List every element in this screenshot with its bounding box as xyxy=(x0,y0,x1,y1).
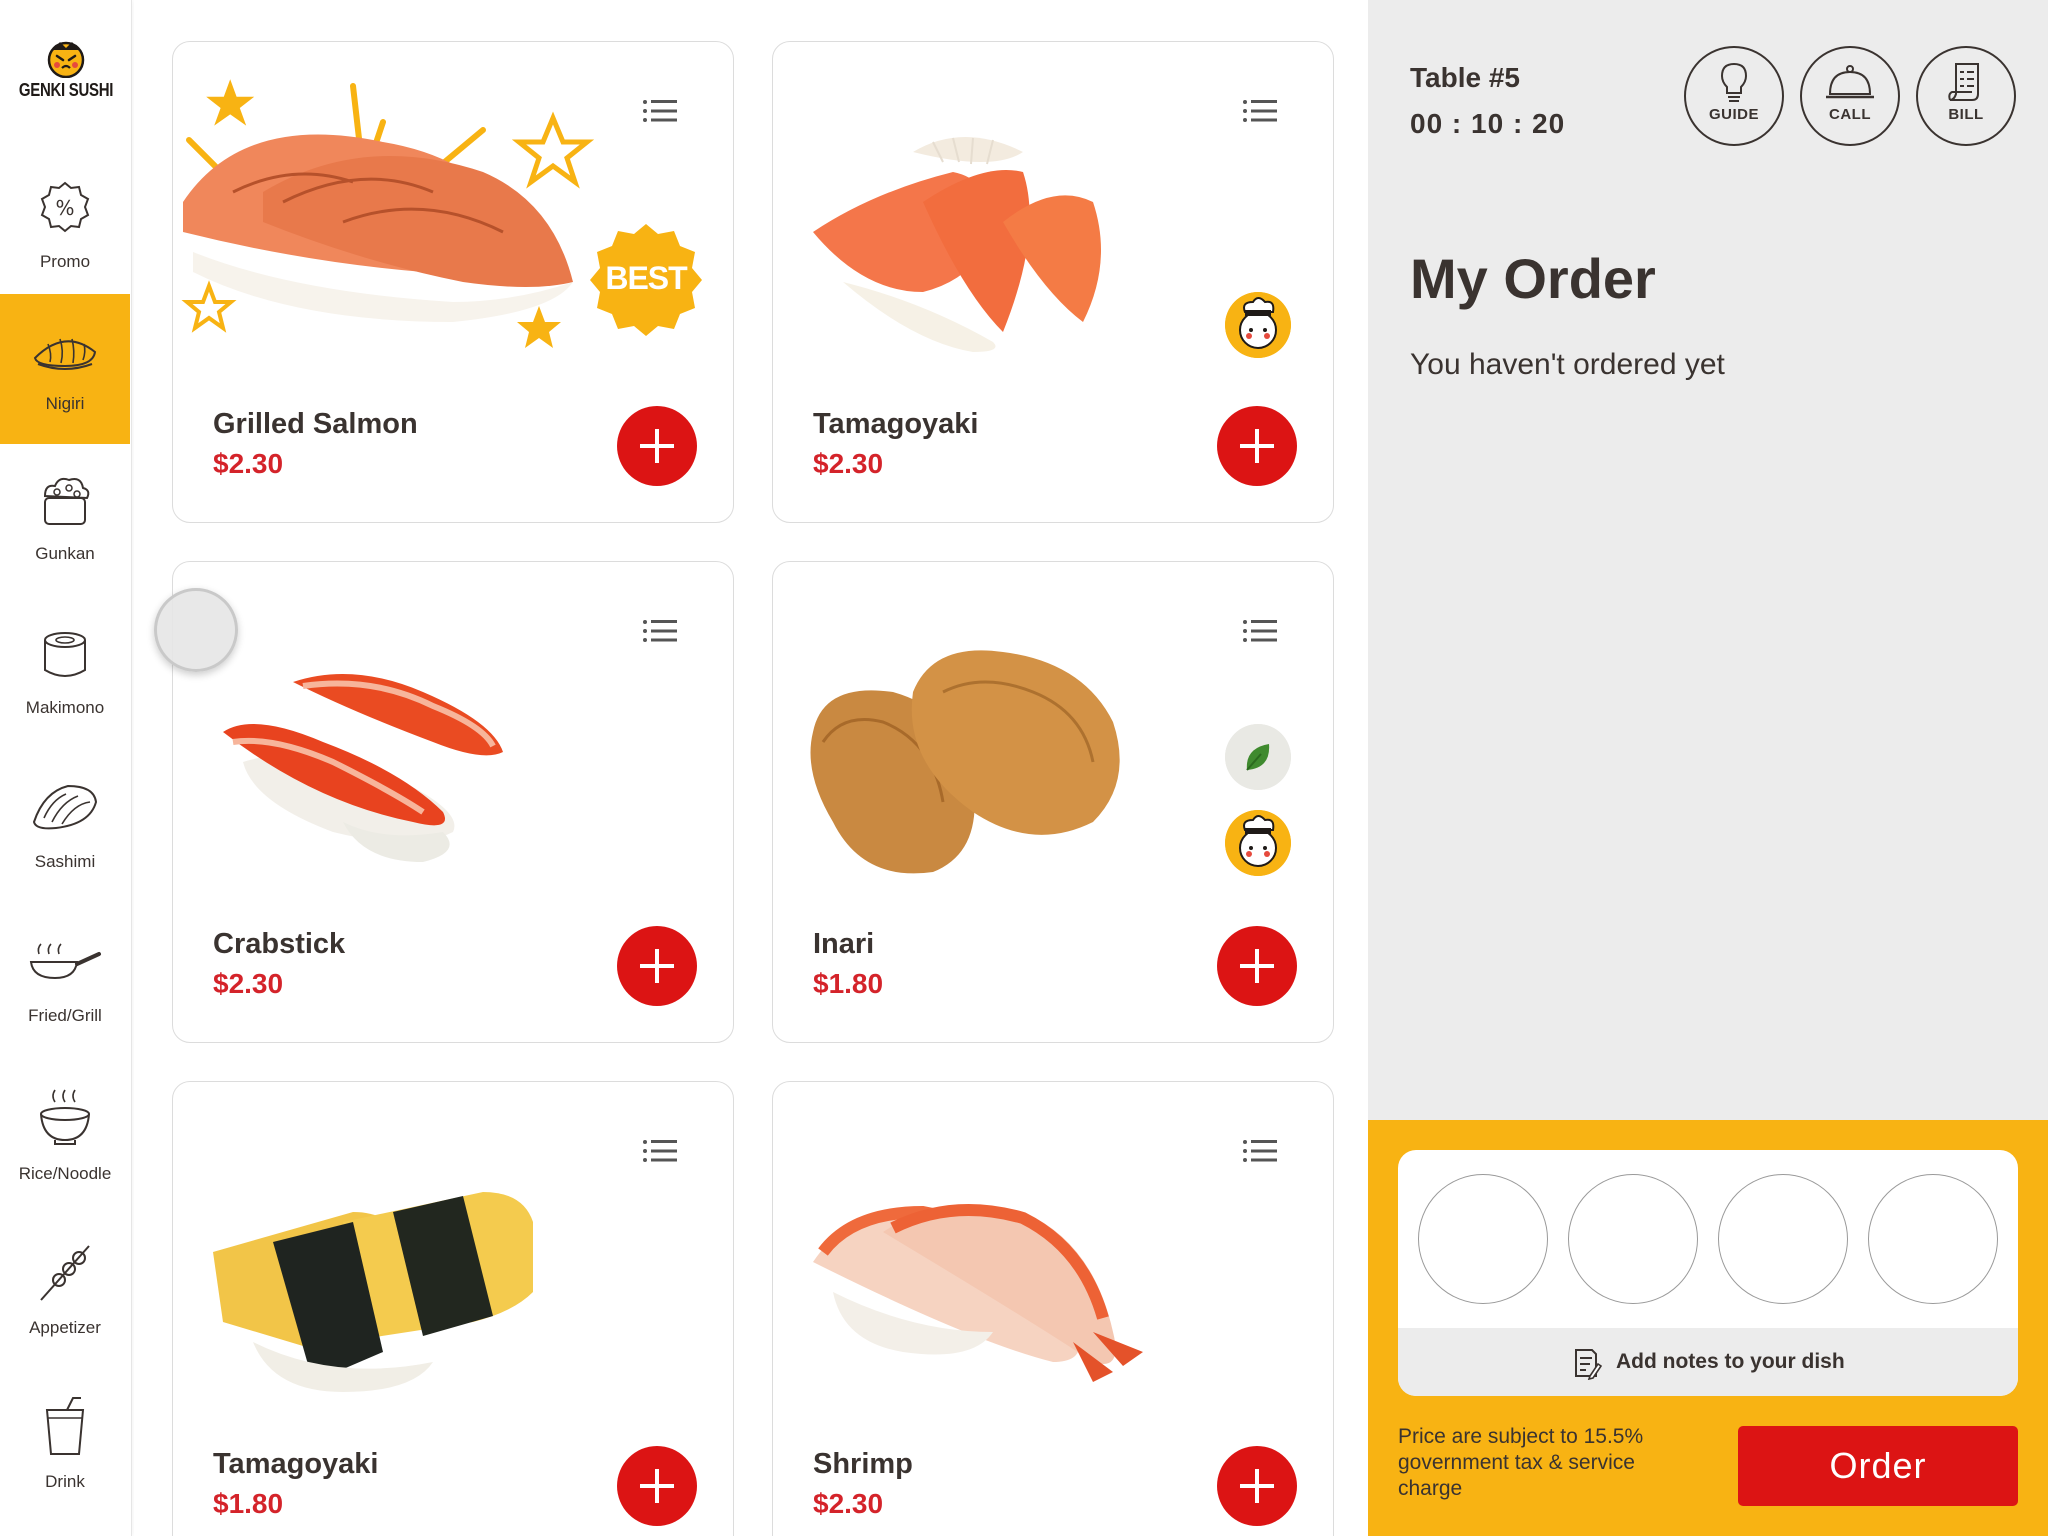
list-details-icon[interactable] xyxy=(1243,620,1277,642)
call-button[interactable]: CALL xyxy=(1800,46,1900,146)
vegetarian-leaf-icon xyxy=(1225,724,1291,790)
sidebar-item-nigiri[interactable]: Nigiri xyxy=(0,294,130,444)
genki-sushi-logo: GENKI SUSHI xyxy=(0,34,132,114)
menu-item-name: Inari xyxy=(813,928,875,960)
empty-order-message: You haven't ordered yet xyxy=(1410,348,1725,381)
guide-label: GUIDE xyxy=(1708,106,1759,123)
order-footer: Add notes to your dish Price are subject… xyxy=(1368,1120,2048,1536)
bill-label: BILL xyxy=(1948,106,1984,123)
menu-item-price: $2.30 xyxy=(213,448,284,479)
sidebar-item-label: Fried/Grill xyxy=(28,1006,102,1025)
sidebar-item-drink[interactable]: Drink xyxy=(0,1368,130,1518)
menu-item-name: Tamagoyaki xyxy=(213,1448,379,1480)
menu-card-tamagoyaki-egg[interactable]: Tamagoyaki $1.80 xyxy=(172,1081,734,1536)
order-slot[interactable] xyxy=(1568,1174,1698,1304)
sidebar-item-label: Drink xyxy=(45,1472,85,1491)
sidebar-item-rice-noodle[interactable]: Rice/Noodle xyxy=(0,1060,130,1210)
bill-receipt-icon xyxy=(1948,63,1979,101)
svg-text:%: % xyxy=(55,196,74,220)
menu-item-price: $2.30 xyxy=(213,968,284,999)
add-to-order-button[interactable] xyxy=(1217,406,1297,486)
list-details-icon[interactable] xyxy=(643,620,677,642)
sidebar-item-label: Appetizer xyxy=(29,1318,101,1337)
nigiri-icon xyxy=(33,338,97,370)
add-to-order-button[interactable] xyxy=(617,926,697,1006)
order-title: My Order xyxy=(1410,247,1656,310)
menu-card-shrimp[interactable]: Shrimp $2.30 xyxy=(772,1081,1334,1536)
menu-card-tamagoyaki[interactable]: Tamagoyaki $2.30 xyxy=(772,41,1334,523)
menu-item-price: $1.80 xyxy=(213,1488,284,1519)
menu-item-price: $2.30 xyxy=(813,1488,884,1519)
note-edit-icon xyxy=(1575,1349,1602,1380)
sidebar-item-label: Sashimi xyxy=(34,852,96,871)
sidebar-item-label: Gunkan xyxy=(35,544,95,563)
logo-text: GENKI SUSHI xyxy=(18,79,114,102)
list-details-icon[interactable] xyxy=(643,1140,677,1162)
shrimp-image xyxy=(813,1204,1143,1382)
sidebar-item-appetizer[interactable]: Appetizer xyxy=(0,1214,130,1364)
sidebar-item-promo[interactable]: % Promo xyxy=(0,152,130,302)
sidebar-item-label: Rice/Noodle xyxy=(18,1164,112,1183)
order-panel: Table #5 00 : 10 : 20 GUIDE CALL BILL My… xyxy=(1368,0,2048,1120)
order-button[interactable]: Order xyxy=(1738,1426,2018,1506)
order-slot[interactable] xyxy=(1718,1174,1848,1304)
menu-card-crabstick[interactable]: Crabstick $2.30 xyxy=(172,561,734,1043)
frying-pan-icon xyxy=(29,943,101,980)
sidebar-item-label: Makimono xyxy=(25,698,105,717)
menu-item-name: Grilled Salmon xyxy=(213,408,418,440)
menu-item-name: Tamagoyaki xyxy=(813,408,979,440)
menu-item-price: $1.80 xyxy=(813,968,884,999)
sidebar-item-label: Promo xyxy=(39,252,91,271)
add-notes-button[interactable]: Add notes to your dish xyxy=(1398,1328,2018,1396)
session-timer: 00 : 10 : 20 xyxy=(1410,108,1566,139)
service-bell-icon xyxy=(1826,65,1874,99)
list-details-icon[interactable] xyxy=(1243,1140,1277,1162)
sidebar-item-fried-grill[interactable]: Fried/Grill xyxy=(0,906,130,1056)
add-to-order-button[interactable] xyxy=(1217,1446,1297,1526)
rice-bowl-icon xyxy=(40,1089,90,1145)
sidebar-item-sashimi[interactable]: Sashimi xyxy=(0,752,130,902)
order-slot[interactable] xyxy=(1868,1174,1998,1304)
makimono-icon xyxy=(44,632,86,677)
tamagoyaki-image xyxy=(213,1192,533,1392)
add-to-order-button[interactable] xyxy=(617,1446,697,1526)
add-to-order-button[interactable] xyxy=(1217,926,1297,1006)
sidebar-item-makimono[interactable]: Makimono xyxy=(0,598,130,748)
inari-image xyxy=(810,650,1120,874)
add-to-order-button[interactable] xyxy=(617,406,697,486)
order-slot[interactable] xyxy=(1418,1174,1548,1304)
category-sidebar: GENKI SUSHI % Promo Nigiri Gunkan Makimo… xyxy=(0,0,132,1536)
menu-item-name: Shrimp xyxy=(813,1448,913,1480)
sidebar-item-label: Nigiri xyxy=(45,394,85,413)
genki-mascot-icon xyxy=(47,41,85,78)
sidebar-item-gunkan[interactable]: Gunkan xyxy=(0,444,130,594)
guide-button[interactable]: GUIDE xyxy=(1684,46,1784,146)
crabstick-image xyxy=(223,674,503,862)
call-label: CALL xyxy=(1829,106,1871,123)
lightbulb-icon xyxy=(1720,62,1748,102)
touch-indicator xyxy=(154,588,238,672)
drink-cup-icon xyxy=(45,1397,85,1455)
menu-item-name: Crabstick xyxy=(213,928,346,960)
skewer-icon xyxy=(40,1245,90,1301)
best-badge-label: BEST xyxy=(605,260,687,296)
list-details-icon[interactable] xyxy=(643,100,677,122)
add-notes-label: Add notes to your dish xyxy=(1616,1350,1845,1373)
menu-grid: BEST Grilled Salmon $2.30 Tamagoyaki $2.… xyxy=(134,0,1368,1536)
sashimi-icon xyxy=(32,784,98,830)
gunkan-icon xyxy=(43,477,90,525)
list-details-icon[interactable] xyxy=(1243,100,1277,122)
chef-recommend-icon xyxy=(1225,810,1291,876)
percent-badge-icon: % xyxy=(40,181,90,233)
tax-disclaimer: Price are subject to 15.5% government ta… xyxy=(1398,1425,1644,1500)
order-slots: Add notes to your dish xyxy=(1398,1150,2018,1396)
menu-card-grilled-salmon[interactable]: BEST Grilled Salmon $2.30 xyxy=(172,41,734,523)
bill-button[interactable]: BILL xyxy=(1916,46,2016,146)
salmon-nigiri-image xyxy=(813,137,1101,352)
table-number: Table #5 xyxy=(1410,62,1520,93)
menu-item-price: $2.30 xyxy=(813,448,884,479)
chef-recommend-icon xyxy=(1225,292,1291,358)
menu-card-inari[interactable]: Inari $1.80 xyxy=(772,561,1334,1043)
